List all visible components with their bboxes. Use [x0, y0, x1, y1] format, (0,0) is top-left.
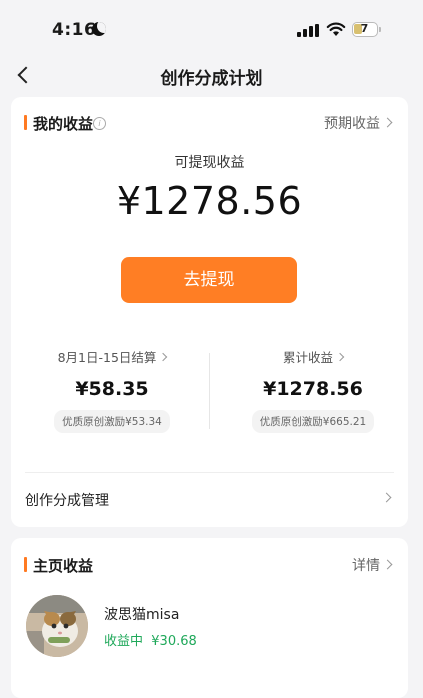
details-label: 详情	[352, 558, 380, 574]
signal-icon	[297, 24, 321, 37]
battery-icon: 7	[352, 22, 378, 37]
page-title: 创作分成计划	[160, 69, 263, 89]
earning-amount: ¥30.68	[151, 634, 197, 649]
wifi-icon	[326, 22, 346, 36]
status-time: 4:16	[52, 20, 97, 40]
home-earnings-card: 主页收益 详情 波思猫misa 收益中 ¥30.68	[11, 538, 408, 698]
avatar[interactable]	[26, 595, 88, 657]
cumulative-earnings-label: 累计收益	[282, 350, 333, 365]
user-name: 波思猫misa	[104, 607, 180, 623]
section-marker	[24, 557, 27, 572]
period-incentive-badge: 优质原创激励¥53.34	[54, 410, 170, 433]
period-settlement: 8月1日-15日结算 ¥58.35 优质原创激励¥53.34	[17, 347, 207, 433]
period-settlement-link[interactable]: 8月1日-15日结算	[17, 347, 207, 366]
cumulative-earnings: 累计收益 ¥1278.56 优质原创激励¥665.21	[218, 347, 408, 433]
cumulative-earnings-link[interactable]: 累计收益	[218, 347, 408, 366]
expected-earnings-link[interactable]: 预期收益	[324, 113, 393, 133]
chevron-right-icon	[382, 559, 393, 570]
cumulative-incentive-badge: 优质原创激励¥665.21	[251, 410, 375, 433]
divider	[209, 353, 210, 429]
info-icon[interactable]: i	[93, 117, 106, 130]
moon-icon	[92, 22, 106, 36]
details-link[interactable]: 详情	[352, 555, 393, 575]
chevron-right-icon	[159, 352, 168, 362]
status-bar: 4:16 7	[0, 0, 423, 58]
earning-status-label: 收益中	[104, 634, 144, 649]
cat-photo	[26, 595, 88, 657]
battery-cap	[379, 27, 381, 32]
home-earnings-title: 主页收益	[33, 557, 94, 575]
chevron-right-icon	[382, 117, 393, 128]
battery-level: 7	[360, 22, 369, 35]
revenue-share-management-row[interactable]: 创作分成管理	[11, 473, 408, 525]
withdrawable-label: 可提现收益	[174, 155, 245, 171]
earning-status: 收益中 ¥30.68	[104, 630, 197, 649]
earnings-card: 我的收益 i 预期收益 可提现收益 ¥1278.56 去提现 8月1日-15日结…	[11, 97, 408, 527]
withdrawable-amount: ¥1278.56	[116, 179, 303, 223]
section-marker	[24, 115, 27, 130]
expected-earnings-label: 预期收益	[324, 116, 380, 132]
withdraw-button[interactable]: 去提现	[121, 257, 297, 303]
chevron-right-icon	[381, 492, 392, 503]
chevron-right-icon	[335, 352, 345, 362]
revenue-share-management-label: 创作分成管理	[25, 493, 109, 509]
earnings-title: 我的收益	[33, 115, 94, 133]
period-settlement-label: 8月1日-15日结算	[57, 350, 157, 365]
period-settlement-value: ¥58.35	[75, 378, 149, 400]
cumulative-earnings-value: ¥1278.56	[263, 378, 363, 400]
